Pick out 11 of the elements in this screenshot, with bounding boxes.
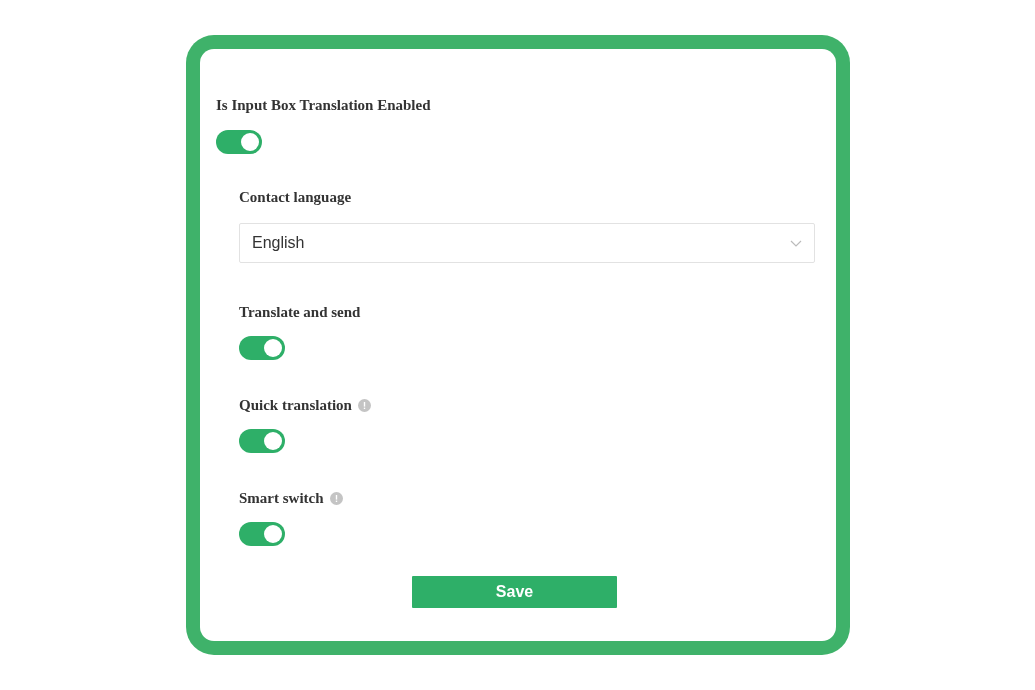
language-dropdown[interactable]: English <box>239 223 815 263</box>
setting-label: Contact language <box>239 188 353 207</box>
toggle-switch[interactable] <box>239 522 285 546</box>
toggle-switch[interactable] <box>239 336 285 360</box>
toggle-switch[interactable] <box>216 130 262 154</box>
setting-label: Smart switch <box>239 489 324 508</box>
setting-label: Is Input Box Translation Enabled <box>216 96 432 115</box>
chevron-down-icon <box>790 239 802 247</box>
toggle-switch[interactable] <box>239 429 285 453</box>
setting-label: Translate and send <box>239 303 361 322</box>
setting-label: Quick translation <box>239 396 352 415</box>
